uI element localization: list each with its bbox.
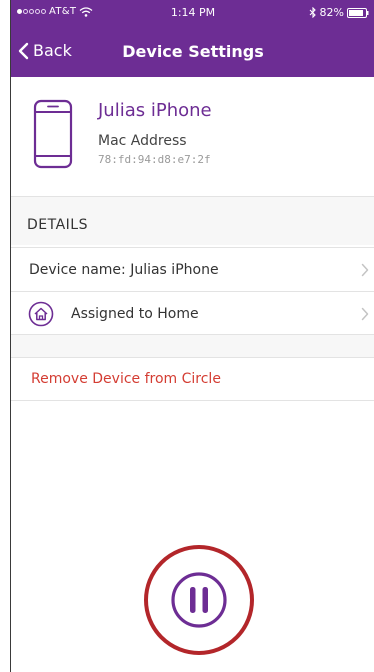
details-section-header: DETAILS [11, 197, 374, 245]
bluetooth-icon [309, 7, 316, 18]
nav-bar: Back Device Settings [11, 26, 374, 77]
battery-icon [347, 7, 369, 18]
pause-icon[interactable] [169, 570, 229, 630]
assigned-home-row[interactable]: Assigned to Home [11, 291, 374, 335]
device-name-row-label: Device name: Julias iPhone [29, 262, 219, 278]
remove-device-button[interactable]: Remove Device from Circle [31, 371, 221, 387]
status-bar: AT&T 1:14 PM 82% [11, 0, 374, 26]
battery-percent: 82% [319, 6, 344, 19]
device-name: Julias iPhone [98, 100, 212, 121]
details-section-title: DETAILS [27, 217, 88, 233]
mac-address-label: Mac Address [98, 133, 187, 149]
highlight-ring [144, 545, 254, 655]
page-title: Device Settings [122, 42, 264, 61]
app-frame: AT&T 1:14 PM 82% Back Device Settings Ju… [10, 0, 374, 672]
mac-address-value: 78:fd:94:d8:e7:2f [98, 153, 211, 166]
header: AT&T 1:14 PM 82% Back Device Settings [11, 0, 374, 77]
phone-icon [33, 99, 73, 169]
device-name-row[interactable]: Device name: Julias iPhone [11, 247, 374, 291]
chevron-right-icon [361, 263, 369, 277]
device-card: Julias iPhone Mac Address 78:fd:94:d8:e7… [11, 77, 374, 197]
chevron-right-icon [361, 307, 369, 321]
section-spacer [11, 335, 374, 357]
remove-device-row[interactable]: Remove Device from Circle [11, 357, 374, 401]
assigned-home-row-label: Assigned to Home [71, 306, 199, 322]
status-right: 82% [309, 6, 369, 19]
home-icon [28, 301, 54, 327]
